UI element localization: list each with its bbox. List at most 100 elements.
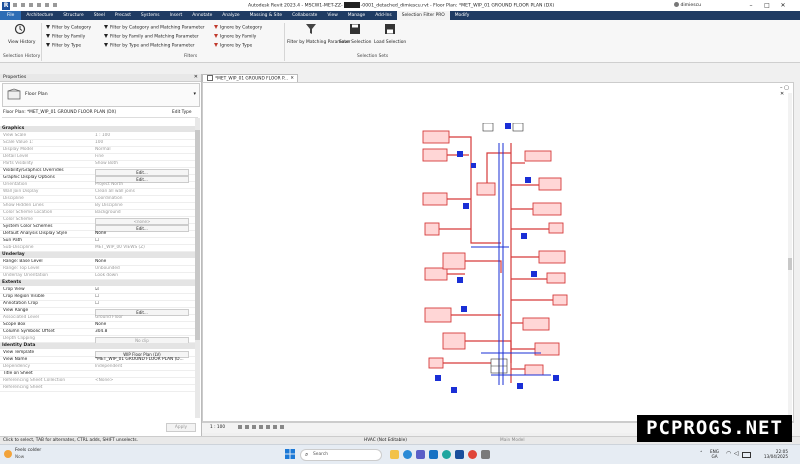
property-row[interactable]: View Scale 1 : 100 xyxy=(0,133,195,140)
property-row[interactable]: Display Model Normal xyxy=(0,147,195,154)
property-row[interactable]: Scope Box None xyxy=(0,322,195,329)
property-row[interactable]: Associated Level Ground Floor xyxy=(0,315,195,322)
tab-precast[interactable]: Precast xyxy=(110,11,136,20)
taskbar-search[interactable]: ⌕ Search xyxy=(300,449,382,461)
workset-selector[interactable]: HVAC (Not Editable) xyxy=(364,438,407,443)
property-value[interactable]: None xyxy=(95,231,195,237)
property-row[interactable]: Color Scheme <none> xyxy=(0,217,195,225)
edit-type-button[interactable]: Edit Type xyxy=(172,110,192,115)
property-value[interactable]: ☐ xyxy=(95,294,195,300)
property-value[interactable]: 1 : 100 xyxy=(95,133,195,139)
property-row[interactable]: Graphic Display Options Edit... xyxy=(0,175,195,183)
property-row[interactable]: Depth Clipping No clip xyxy=(0,336,195,344)
minimize-button[interactable]: – xyxy=(744,1,758,10)
tab-massing-site[interactable]: Massing & Site xyxy=(245,11,288,20)
system-tray[interactable]: ˄ ENG GA ◠ ◁ 22:05 13/04/2025 xyxy=(700,449,795,461)
tab-annotate[interactable]: Annotate xyxy=(187,11,217,20)
properties-scroll-thumb[interactable] xyxy=(195,130,200,340)
tab-file[interactable]: File xyxy=(0,11,22,20)
tab-steel[interactable]: Steel xyxy=(89,11,110,20)
filter-filter-by-category-button[interactable]: Filter by Category xyxy=(46,25,91,31)
maximize-button[interactable]: □ xyxy=(760,1,774,10)
design-option-selector[interactable]: Main Model xyxy=(500,438,525,443)
property-row[interactable]: Range: Top Level Unbounded xyxy=(0,266,195,273)
tab-selection-filter-pro[interactable]: Selection Filter PRO xyxy=(396,11,450,20)
property-row[interactable]: Column Symbolic Offset 304.8 xyxy=(0,329,195,336)
view-history-button[interactable]: View History xyxy=(4,23,36,49)
property-row[interactable]: Detail Level Fine xyxy=(0,154,195,161)
property-row[interactable]: Crop View ☑ xyxy=(0,287,195,294)
property-row[interactable]: View Template WIP Floor Plan (LV) xyxy=(0,350,195,358)
tab-systems[interactable]: Systems xyxy=(136,11,165,20)
property-row[interactable]: Range: Base Level None xyxy=(0,259,195,266)
property-row[interactable]: System Color Schemes Edit... xyxy=(0,224,195,232)
property-value[interactable]: MET_WIP_00 VIEWS (Z) xyxy=(95,245,195,251)
property-value[interactable]: Coordination xyxy=(95,196,195,202)
apply-button[interactable]: Apply xyxy=(166,423,196,432)
property-row[interactable]: Wall Join Display Clean all wall joins xyxy=(0,189,195,196)
property-row[interactable]: Referencing Sheet Collection <None> xyxy=(0,378,195,385)
tab-manage[interactable]: Manage xyxy=(343,11,370,20)
property-row[interactable]: View Name *MET_WIP_01 GROUND FLOOR PLAN (… xyxy=(0,357,195,364)
teams-icon[interactable] xyxy=(416,450,425,459)
ignore-ignore-by-type-button[interactable]: Ignore by Type xyxy=(214,43,252,49)
save-selection-button[interactable]: Save Selection xyxy=(338,23,372,49)
property-value[interactable]: Unbounded xyxy=(95,266,195,272)
filter-filter-by-type-button[interactable]: Filter by Type xyxy=(46,43,81,49)
property-row[interactable]: Sub-Discipline MET_WIP_00 VIEWS (Z) xyxy=(0,245,195,252)
property-row[interactable]: Annotation Crop ☐ xyxy=(0,301,195,308)
property-value[interactable]: <None> xyxy=(95,378,195,384)
revit-logo-icon[interactable]: R xyxy=(2,1,10,10)
property-row[interactable]: Color Scheme Location Background xyxy=(0,210,195,217)
tab-view[interactable]: View xyxy=(322,11,342,20)
instance-filter[interactable]: Floor Plan: *MET_WIP_01 GROUND FLOOR PLA… xyxy=(2,109,198,118)
tab-analyze[interactable]: Analyze xyxy=(217,11,244,20)
file-explorer-icon[interactable] xyxy=(390,450,399,459)
load-selection-button[interactable]: Load Selection xyxy=(372,23,408,49)
tab-collaborate[interactable]: Collaborate xyxy=(287,11,322,20)
property-value[interactable]: None xyxy=(95,259,195,265)
mail-icon[interactable] xyxy=(429,450,438,459)
weather-widget[interactable]: Feels colder Now xyxy=(4,448,64,462)
property-row[interactable]: Parts Visibility Show Both xyxy=(0,161,195,168)
property-value[interactable]: Background xyxy=(95,210,195,216)
property-value[interactable]: By Discipline xyxy=(95,203,195,209)
property-value[interactable]: 100 xyxy=(95,140,195,146)
property-row[interactable]: Underlay Orientation Look down xyxy=(0,273,195,280)
start-button[interactable] xyxy=(285,449,295,459)
filter-filter-by-type-and-matching-parameter-button[interactable]: Filter by Type and Matching Parameter xyxy=(104,43,195,49)
view-control-icons[interactable] xyxy=(238,425,318,431)
property-value[interactable]: ☐ xyxy=(95,301,195,307)
category-underlay[interactable]: Underlay xyxy=(0,252,195,258)
property-value[interactable]: None xyxy=(95,322,195,328)
view-scale[interactable]: 1 : 100 xyxy=(210,425,225,430)
property-row[interactable]: Sun Path ☐ xyxy=(0,238,195,245)
revit-taskbar-icon[interactable] xyxy=(455,450,464,459)
tab-floor-plan-view[interactable]: *MET_WIP_01 GROUND FLOOR P... ✕ xyxy=(202,74,298,82)
property-value[interactable]: Independent xyxy=(95,364,195,370)
tab-insert[interactable]: Insert xyxy=(165,11,188,20)
category-extents[interactable]: Extents xyxy=(0,280,195,286)
property-value[interactable]: ☐ xyxy=(95,238,195,244)
edge-icon[interactable] xyxy=(442,450,451,459)
browser-icon[interactable] xyxy=(403,450,412,459)
property-row[interactable]: Discipline Coordination xyxy=(0,196,195,203)
property-value[interactable]: Look down xyxy=(95,273,195,279)
property-value[interactable]: *MET_WIP_01 GROUND FLOOR PLAN (D... xyxy=(95,357,195,363)
ignore-ignore-by-category-button[interactable]: Ignore by Category xyxy=(214,25,262,31)
property-value[interactable]: Normal xyxy=(95,147,195,153)
quick-access-toolbar[interactable] xyxy=(13,3,123,8)
filter-filter-by-family-and-matching-parameter-button[interactable]: Filter by Family and Matching Parameter xyxy=(104,34,199,40)
close-icon[interactable]: ✕ xyxy=(194,74,198,81)
property-row[interactable]: Visibility/Graphics Overrides Edit... xyxy=(0,168,195,176)
drawing-canvas[interactable]: – ▢ ✕ xyxy=(202,82,794,422)
property-value[interactable]: 304.8 xyxy=(95,329,195,335)
tab-structure[interactable]: Structure xyxy=(58,11,88,20)
property-row[interactable]: Orientation Project North xyxy=(0,182,195,189)
filter-filter-by-family-button[interactable]: Filter by Family xyxy=(46,34,85,40)
property-value[interactable]: Project North xyxy=(95,182,195,188)
type-selector[interactable]: Floor Plan ▾ xyxy=(2,83,200,107)
property-row[interactable]: View Range Edit... xyxy=(0,308,195,316)
close-tab-icon[interactable]: ✕ xyxy=(290,75,294,82)
tab-architecture[interactable]: Architecture xyxy=(21,11,58,20)
